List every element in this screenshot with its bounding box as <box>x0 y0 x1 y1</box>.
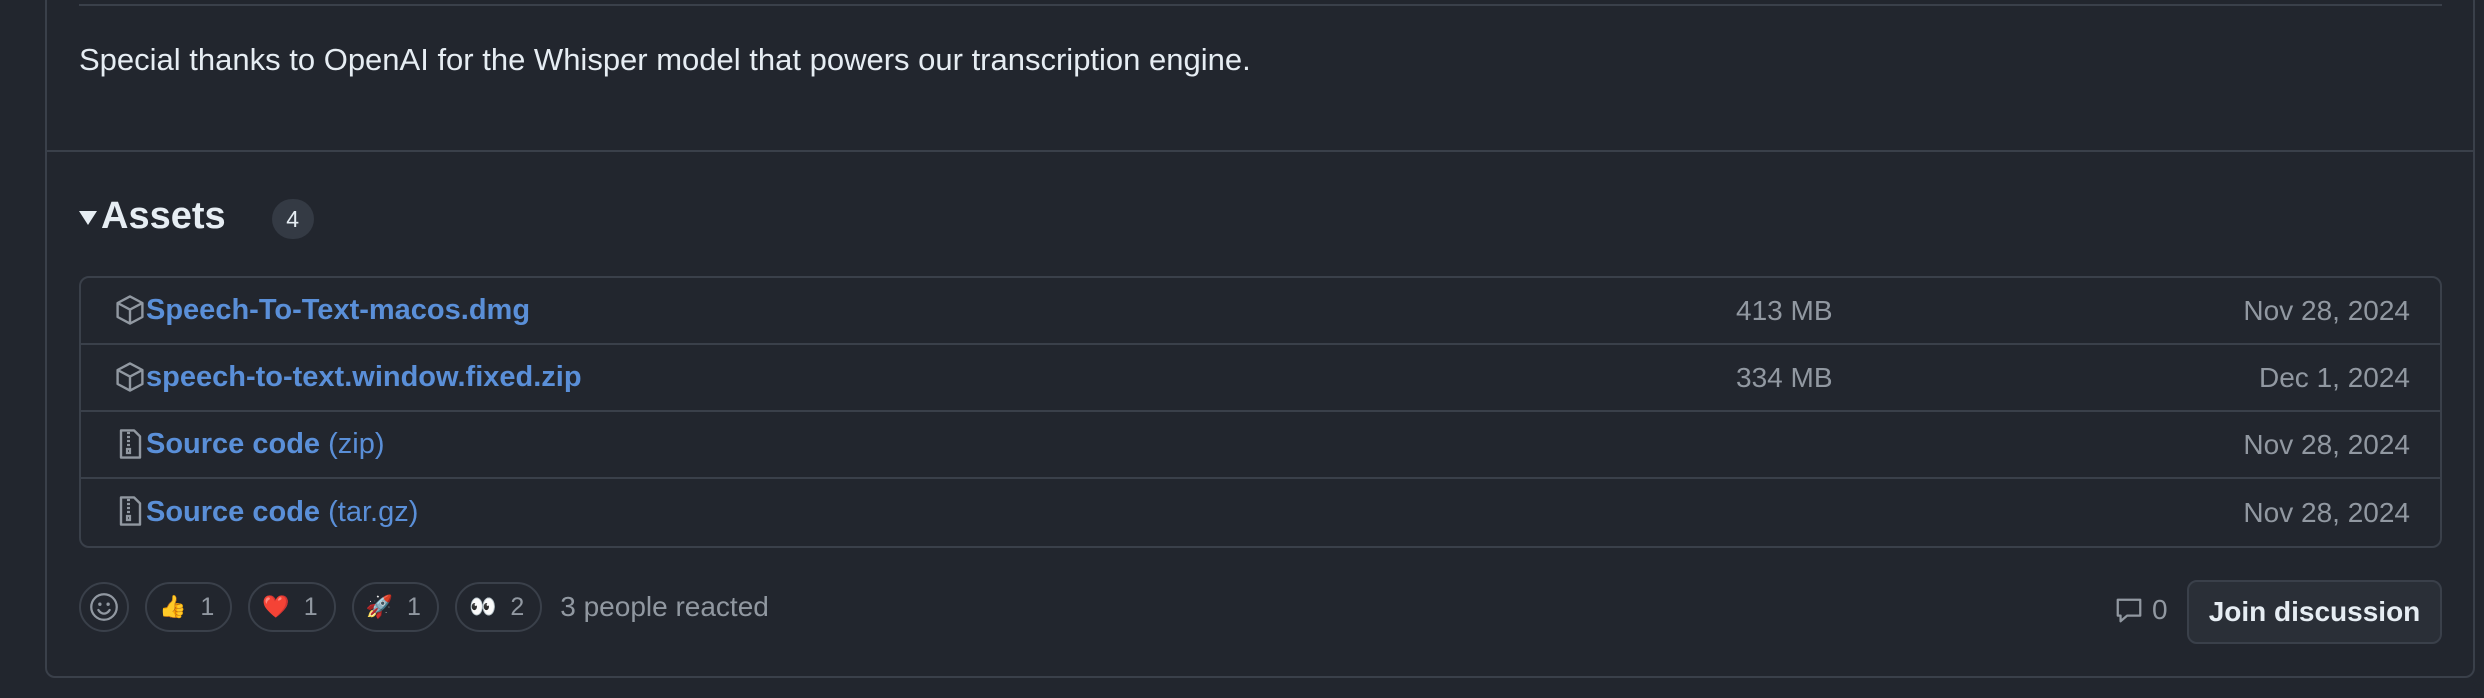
reaction-count: 1 <box>200 592 215 621</box>
divider <box>47 150 2473 152</box>
assets-toggle[interactable]: Assets 4 <box>79 192 314 240</box>
comment-count-value: 0 <box>2152 594 2168 625</box>
smiley-icon <box>90 593 118 621</box>
asset-link[interactable]: Source code (zip) <box>146 428 385 461</box>
asset-row: Source code (zip) Nov 28, 2024 <box>81 412 2440 479</box>
file-zip-icon <box>119 496 142 526</box>
assets-list: Speech-To-Text-macos.dmg 413 MB Nov 28, … <box>79 276 2442 548</box>
file-zip-icon <box>119 429 142 459</box>
reactions-bar: 👍 1 ❤️ 1 🚀 1 👀 2 3 people reacted <box>79 581 769 633</box>
reaction-count: 1 <box>303 592 318 621</box>
comment-icon <box>2116 598 2142 623</box>
join-discussion-button[interactable]: Join discussion <box>2187 580 2442 644</box>
assets-heading: Assets <box>101 194 226 237</box>
asset-link[interactable]: Speech-To-Text-macos.dmg <box>146 294 530 327</box>
reactions-summary: 3 people reacted <box>560 591 769 622</box>
reaction-rocket[interactable]: 🚀 1 <box>351 582 439 632</box>
add-reaction-button[interactable] <box>79 582 129 632</box>
asset-date: Dec 1, 2024 <box>2259 361 2410 393</box>
reaction-thumbs-up[interactable]: 👍 1 <box>145 582 233 632</box>
package-icon <box>116 295 144 325</box>
reaction-count: 2 <box>510 592 525 621</box>
eyes-icon: 👀 <box>468 594 497 620</box>
asset-date: Nov 28, 2024 <box>2243 496 2410 528</box>
package-icon <box>116 362 144 392</box>
comments-count[interactable]: 0 <box>2114 594 2168 626</box>
heart-icon: ❤️ <box>262 594 290 620</box>
asset-link[interactable]: Source code (tar.gz) <box>146 496 418 529</box>
caret-down-icon <box>79 211 97 225</box>
asset-row: Speech-To-Text-macos.dmg 413 MB Nov 28, … <box>81 278 2440 345</box>
release-notes-text: Special thanks to OpenAI for the Whisper… <box>79 42 1251 77</box>
rocket-icon: 🚀 <box>365 594 394 620</box>
reaction-heart[interactable]: ❤️ 1 <box>248 582 336 632</box>
asset-date: Nov 28, 2024 <box>2243 294 2410 326</box>
assets-count-badge: 4 <box>271 199 314 239</box>
asset-row: Source code (tar.gz) Nov 28, 2024 <box>81 479 2440 546</box>
divider <box>79 4 2442 6</box>
reaction-eyes[interactable]: 👀 2 <box>454 582 543 632</box>
thumbs-up-icon: 👍 <box>159 594 187 620</box>
reaction-count: 1 <box>407 592 421 621</box>
asset-link[interactable]: speech-to-text.window.fixed.zip <box>146 361 582 394</box>
asset-size: 334 MB <box>1736 361 1833 393</box>
asset-date: Nov 28, 2024 <box>2243 428 2410 460</box>
asset-size: 413 MB <box>1736 294 1833 326</box>
asset-row: speech-to-text.window.fixed.zip 334 MB D… <box>81 345 2440 412</box>
